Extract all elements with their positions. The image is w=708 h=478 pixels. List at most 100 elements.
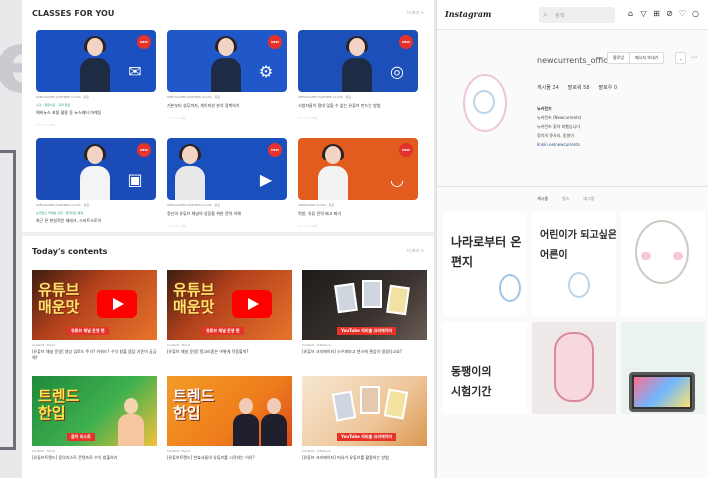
content-thumbnail[interactable]: 트렌드 한입 음악 리스트 [32, 376, 157, 446]
new-post-icon[interactable]: ⊞ [652, 8, 661, 18]
class-title[interactable]: 최근 폰 현실적인 재테크, 스마트스토어 [36, 218, 156, 230]
post-text: 동팽이의 시험기간 [451, 365, 492, 398]
post-tile[interactable] [532, 322, 616, 414]
instructor-figure [80, 144, 110, 200]
content-card[interactable]: YouTube 차비슬 크리에이터 Content · Influence [유… [302, 270, 427, 368]
post-tile[interactable] [621, 212, 705, 316]
content-thumbnail[interactable]: 트렌드 한입 [167, 376, 292, 446]
content-card[interactable]: YouTube 차비슬 크리에이터 Content · Influence [유… [302, 376, 427, 474]
person-figure [233, 398, 259, 446]
following-count[interactable]: 팔로우 0 [599, 84, 618, 91]
tab-posts[interactable]: 게시물 [537, 196, 548, 202]
class-title[interactable]: 먹방, 유튜 전략 짜고 짜기 [298, 211, 418, 223]
class-title[interactable]: 시청자들이 절대 잊을 수 없는 유튜브 만드는 방법 [298, 103, 418, 115]
content-title[interactable]: [유튜브 채널 운영] 알고리즘은 어떻게 작동할까? [167, 349, 292, 355]
post-text: 어린이가 되고싶은 어른이 [540, 230, 616, 261]
classes-header: CLASSES FOR YOU 더 보기 > [22, 6, 434, 20]
instagram-logo[interactable]: Instagram [445, 9, 491, 19]
class-card[interactable]: NEW ▣ SPECIALIZED PARTNER CLASS · 유료 뉴커런… [36, 138, 156, 236]
content-title[interactable]: [유튜브 크리에이터] 떠사가 유튜브를 활용하는 방법 [302, 455, 427, 461]
instructor-figure [342, 36, 372, 92]
content-thumbnail[interactable]: YouTube 차비슬 크리에이터 [302, 376, 427, 446]
class-meta-secondary: 뉴커런츠 마케팅 강좌 · 업데이트 예정 [36, 211, 84, 215]
class-card[interactable]: NEW ▶ SPECIALIZED PARTNER CLASS · 유료 정신의… [167, 138, 287, 236]
content-title[interactable]: [유튜브트렌드] 음악리스트 콘텐츠로 수익 창출하기 [32, 455, 157, 461]
content-thumbnail[interactable]: YouTube 차비슬 크리에이터 [302, 270, 427, 340]
bowl-icon: ◡ [390, 169, 404, 189]
search-input[interactable]: ⌕ 검색 [539, 7, 615, 23]
post-text: 나라로부터 온 편지 [451, 235, 522, 269]
class-meta: SIGNATURE CLASS · 유료 [298, 203, 335, 207]
class-title[interactable]: 정신의 유튜브 채널의 성장을 위한 전략 이해 [167, 211, 287, 223]
post-grid: 나라로부터 온 편지 어린이가 되고싶은 어른이 동팽이의 시험기간 [443, 212, 705, 414]
following-button[interactable]: 팔로잉 [607, 52, 631, 64]
content-card[interactable]: 트렌드 한입 Content · Trend [유튜브트렌드] 반효사들의 유튜… [167, 376, 292, 474]
rating-stars: ☆☆☆☆☆ (0) [167, 224, 186, 228]
bio-line: 뉴커런츠 [537, 106, 552, 111]
class-title[interactable]: 해외뉴스 포털 활용 동 뉴스레터 마케팅 [36, 110, 156, 122]
thumbnail-strip: YouTube 차비슬 크리에이터 [337, 327, 397, 335]
content-card[interactable]: 유튜브 매운맛 유튜브 채널 운영 편 Content · Trend [유튜브… [32, 270, 157, 368]
message-button[interactable]: 메시지 보내기 [629, 52, 665, 64]
content-title[interactable]: [유튜브트렌드] 반효사들의 유튜브를 시작하는 이유? [167, 455, 292, 461]
mail-icon: ✉ [128, 61, 142, 81]
class-card[interactable]: NEW ✉ SPECIALIZED PARTNER CLASS · 유료 수강 … [36, 30, 156, 128]
content-card[interactable]: 트렌드 한입 음악 리스트 Content · Trend [유튜브트렌드] 음… [32, 376, 157, 474]
follow-dropdown-button[interactable]: ⌄ [675, 52, 687, 64]
profile-icon[interactable]: ○ [691, 8, 700, 18]
content-thumbnail[interactable]: 유튜브 매운맛 유튜브 채널 운영 편 [32, 270, 157, 340]
classes-more-link[interactable]: 더 보기 > [407, 10, 424, 16]
class-title[interactable]: 기본부터 실무까지, 게이미션 분석 정복하기 [167, 103, 287, 115]
content-title[interactable]: [유튜브 채널 운영] 영상 업로드 주기? 키워드? 수익 창출 몸담 기준이… [32, 349, 157, 361]
followers-count[interactable]: 팔로워 58 [568, 84, 590, 91]
instructor-figure [175, 144, 205, 200]
today-title: Today's contents [32, 246, 108, 256]
home-icon[interactable]: ⌂ [626, 8, 635, 18]
class-card[interactable]: NEW ◡ SIGNATURE CLASS · 유료 먹방, 유튜 전략 짜고 … [298, 138, 418, 236]
profile-stats: 게시물 24 팔로워 58 팔로우 0 [537, 84, 617, 91]
thumbnail-strip: 유튜브 채널 운영 편 [202, 327, 244, 335]
class-thumbnail[interactable]: NEW ▶ [167, 138, 287, 200]
class-thumbnail[interactable]: NEW ✉ [36, 30, 156, 92]
class-thumbnail[interactable]: NEW ⚙ [167, 30, 287, 92]
class-thumbnail[interactable]: NEW ▣ [36, 138, 156, 200]
search-placeholder: 검색 [555, 12, 565, 19]
content-title[interactable]: [유튜브 크리에이터] 스우파보고 댄스에 관심이 생겼다고요? [302, 349, 427, 355]
class-card[interactable]: NEW ◎ SPECIALIZED PARTNER CLASS · 유료 시청자… [298, 30, 418, 128]
post-tile[interactable]: 나라로부터 온 편지 [443, 212, 527, 316]
new-badge: NEW [399, 143, 413, 157]
direct-icon[interactable]: ▽ [639, 8, 648, 18]
profile-divider [437, 186, 708, 187]
background-frame [0, 150, 16, 450]
profile-avatar[interactable] [459, 66, 515, 146]
today-more-link[interactable]: 더 보기 > [407, 248, 424, 254]
class-meta-secondary: 수강 · 업데이트 · 강좌 완료 [36, 103, 71, 107]
post-tile[interactable]: 어린이가 되고싶은 어른이 [532, 212, 616, 316]
content-card[interactable]: 유튜브 매운맛 유튜브 채널 운영 편 Content · Trend [유튜브… [167, 270, 292, 368]
photo-frames [331, 386, 414, 426]
profile-tabs: 게시물 릴스 태그됨 [537, 196, 594, 202]
instructor-figure [211, 36, 241, 92]
class-thumbnail[interactable]: NEW ◡ [298, 138, 418, 200]
bio-link[interactable]: linkin.ee/newcurrents [537, 140, 581, 149]
post-tile[interactable] [621, 322, 705, 414]
today-header: Today's contents 더 보기 > [22, 244, 434, 258]
explore-icon[interactable]: ⊘ [665, 8, 674, 18]
tab-reels[interactable]: 릴스 [562, 196, 569, 202]
bio-line: 뉴커런츠 (Newcurrents) [537, 115, 582, 120]
content-thumbnail[interactable]: 유튜브 매운맛 유튜브 채널 운영 편 [167, 270, 292, 340]
more-options-icon[interactable]: ⋯ [691, 54, 697, 61]
instructor-figure [318, 144, 348, 200]
thumbnail-strip: YouTube 차비슬 크리에이터 [337, 433, 397, 441]
post-tile[interactable]: 동팽이의 시험기간 [443, 322, 527, 414]
tab-tagged[interactable]: 태그됨 [583, 196, 594, 202]
class-thumbnail[interactable]: NEW ◎ [298, 30, 418, 92]
rating-stars: ☆☆☆☆☆ (0) [167, 116, 186, 120]
heart-icon[interactable]: ♡ [678, 8, 687, 18]
profile-username: newcurrents_official [537, 56, 617, 65]
instagram-panel: Instagram ⌕ 검색 ⌂ ▽ ⊞ ⊘ ♡ ○ newcurrents_o… [436, 0, 708, 478]
thumbnail-strip: 음악 리스트 [67, 433, 95, 441]
store-icon: ▣ [127, 169, 143, 189]
class-card[interactable]: NEW ⚙ SPECIALIZED PARTNER CLASS · 유료 기본부… [167, 30, 287, 128]
bio-line: 뉴커런츠 좋아 피했습니다 [537, 124, 581, 129]
